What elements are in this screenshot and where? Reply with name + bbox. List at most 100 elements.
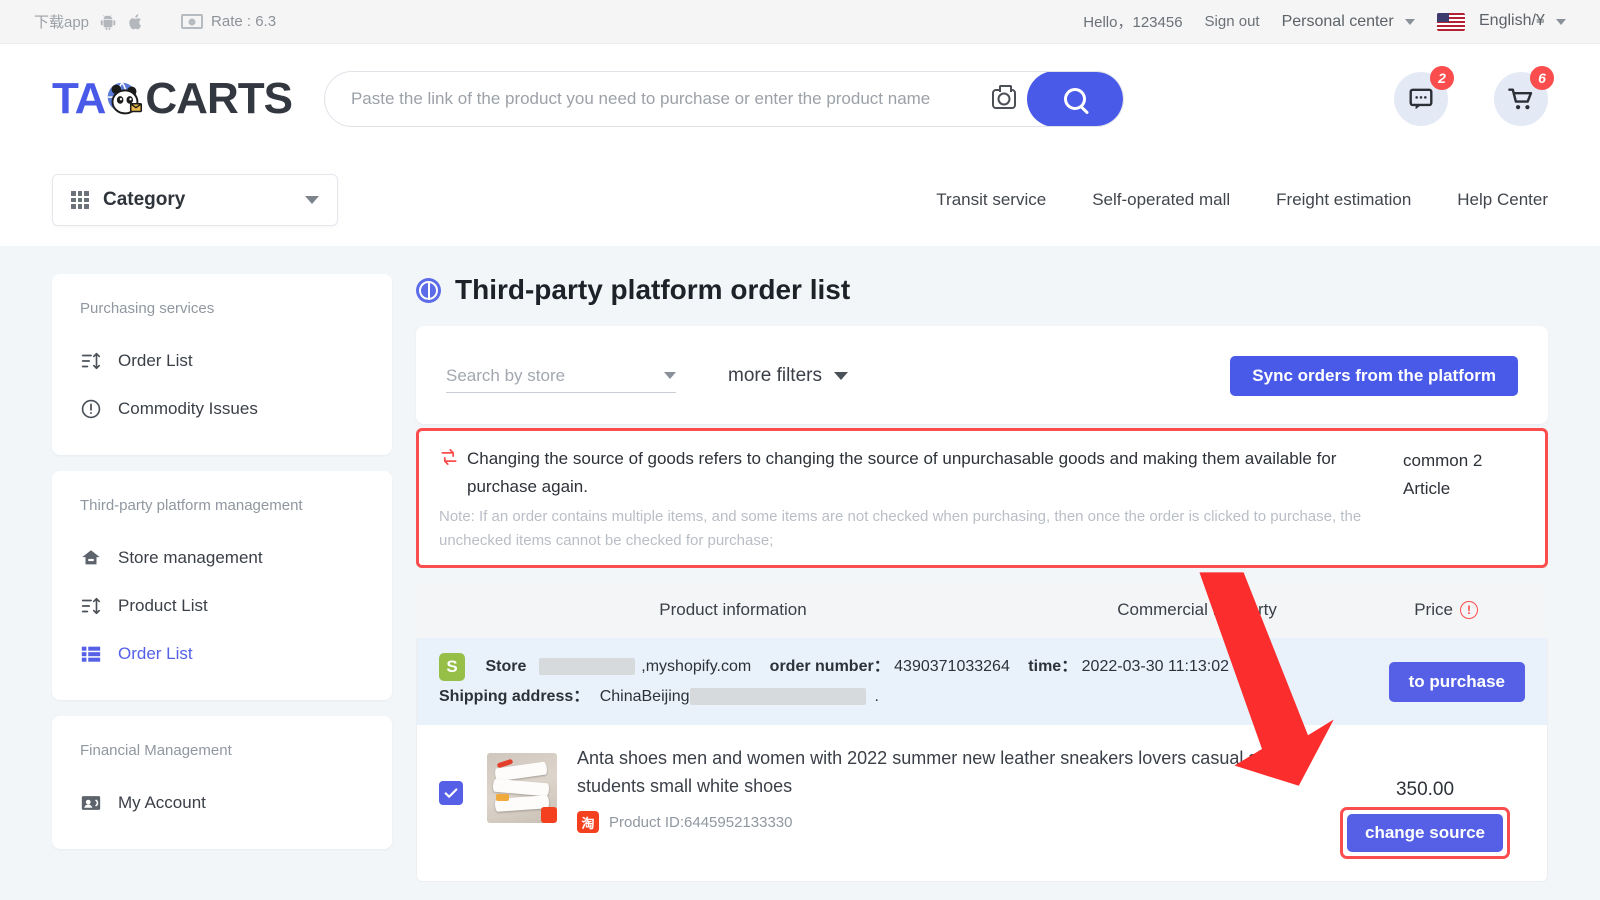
personal-center-menu[interactable]: Personal center — [1282, 13, 1415, 31]
exclamation-circle-icon — [80, 398, 102, 420]
main-content: Third-party platform order list Search b… — [416, 274, 1548, 900]
topbar-left-group: 下载app Rate : 6.3 — [34, 11, 276, 32]
list-sort-icon — [80, 350, 102, 372]
sidebar-item-order-list-active[interactable]: Order List — [80, 630, 364, 678]
product-details: Anta shoes men and women with 2022 summe… — [577, 745, 1325, 834]
filters-row: Search by store more filters Sync orders… — [416, 326, 1548, 424]
order-header: S Store ,myshopify.com order number： 439… — [417, 638, 1547, 726]
change-source-notice-wrap: Changing the source of goods refers to c… — [416, 428, 1548, 569]
order-time-value: 2022-03-30 11:13:02 — [1081, 658, 1230, 676]
language-switcher[interactable]: English/¥ — [1436, 12, 1566, 31]
rate-group: Rate : 6.3 — [181, 13, 276, 30]
category-dropdown[interactable]: Category — [52, 174, 338, 226]
apple-icon[interactable] — [127, 12, 145, 32]
nav-link-freight-estimation[interactable]: Freight estimation — [1276, 190, 1411, 210]
camera-search-button[interactable] — [981, 85, 1027, 109]
order-number-label: order number： — [769, 658, 890, 676]
sidebar-item-my-account[interactable]: My Account — [80, 779, 364, 827]
swap-arrows-icon — [439, 447, 459, 467]
notice-primary-line: Changing the source of goods refers to c… — [439, 445, 1385, 501]
to-purchase-button[interactable]: to purchase — [1388, 661, 1525, 702]
sidebar-group-title: Purchasing services — [80, 300, 215, 317]
chat-icon — [1409, 88, 1433, 110]
store-domain: ,myshopify.com — [641, 658, 752, 676]
page-title: Third-party platform order list — [455, 274, 851, 305]
search-input[interactable] — [324, 72, 981, 126]
sidebar-item-label: Store management — [118, 548, 263, 567]
panda-globe-icon — [101, 76, 147, 122]
sidebar-item-commodity-issues[interactable]: Commodity Issues — [80, 385, 364, 433]
chevron-down-icon — [833, 372, 848, 380]
search-bar — [323, 71, 1124, 127]
site-logo[interactable]: TA CARTS — [52, 74, 293, 124]
item-checkbox[interactable] — [439, 781, 463, 806]
chevron-down-icon — [664, 372, 676, 379]
logo-text-first: TA — [52, 74, 106, 123]
page-body: Purchasing services Order List Commodity… — [0, 246, 1600, 900]
cart-badge: 6 — [1530, 66, 1554, 90]
shipping-address-suffix: . — [874, 687, 879, 705]
nav-link-help-center[interactable]: Help Center — [1457, 190, 1548, 210]
taobao-icon: 淘 — [577, 811, 599, 834]
notice-main: Changing the source of goods refers to c… — [439, 445, 1385, 553]
nav-link-transit-service[interactable]: Transit service — [936, 190, 1046, 210]
shipping-address-label: Shipping address： — [439, 687, 590, 705]
us-flag-icon — [1436, 12, 1465, 31]
more-filters-toggle[interactable]: more filters — [728, 365, 848, 387]
column-header-commercial-property: Commercial Property — [1117, 600, 1277, 620]
list-sort-icon — [80, 595, 102, 617]
language-label: English/¥ — [1479, 12, 1545, 30]
store-name-redacted — [538, 658, 635, 676]
change-source-button[interactable]: change source — [1347, 814, 1503, 853]
notice-note: Note: If an order contains multiple item… — [439, 508, 1362, 550]
logo-text-second: CARTS — [145, 74, 293, 123]
sync-orders-button[interactable]: Sync orders from the platform — [1230, 356, 1518, 396]
product-name[interactable]: Anta shoes men and women with 2022 summe… — [577, 745, 1325, 801]
rate-label: Rate : 6.3 — [211, 13, 277, 30]
sidebar-group-third-party-platform-management: Third-party platform management Store ma… — [52, 471, 392, 700]
main-navbar: Category Transit service Self-operated m… — [0, 154, 1600, 246]
download-app-label[interactable]: 下载app — [34, 11, 89, 32]
notice-side-count: common 2 Article — [1403, 451, 1483, 499]
list-grid-icon — [80, 643, 102, 665]
sidebar-item-product-list[interactable]: Product List — [80, 582, 364, 630]
shipping-address-value: ChinaBeijing — [599, 687, 690, 705]
price-and-actions: 350.00 change source — [1325, 745, 1525, 860]
platform-badge-icon — [541, 807, 557, 824]
cart-button[interactable]: 6 — [1494, 66, 1554, 126]
sidebar: Purchasing services Order List Commodity… — [52, 274, 392, 900]
order-number-value: 4390371033264 — [894, 658, 1010, 676]
site-header: TA CARTS Paste the link of the product y… — [0, 44, 1600, 154]
greeting-label: Hello，123456 — [1083, 14, 1183, 31]
android-icon[interactable] — [99, 12, 117, 32]
messages-badge: 2 — [1430, 66, 1454, 90]
shopify-icon: S — [439, 652, 465, 681]
search-button[interactable] — [1026, 72, 1123, 126]
order-meta-line-1: S Store ,myshopify.com order number： 439… — [439, 652, 1389, 682]
product-thumbnail[interactable] — [487, 753, 557, 824]
nav-links: Transit service Self-operated mall Freig… — [936, 190, 1548, 210]
sign-out-link[interactable]: Sign out — [1205, 13, 1260, 30]
store-search-select[interactable]: Search by store — [446, 359, 676, 393]
order-card: S Store ,myshopify.com order number： 439… — [416, 638, 1548, 883]
change-source-notice: Changing the source of goods refers to c… — [416, 428, 1548, 569]
sidebar-item-label: Order List — [118, 351, 193, 370]
cart-icon — [1508, 88, 1533, 110]
nav-link-self-operated-mall[interactable]: Self-operated mall — [1092, 190, 1230, 210]
info-warning-icon[interactable]: ! — [1459, 601, 1478, 620]
sidebar-item-store-management[interactable]: Store management — [80, 534, 364, 582]
messages-button[interactable]: 2 — [1394, 66, 1454, 126]
order-meta-line-2: Shipping address： ChinaBeijing . — [439, 682, 1389, 712]
check-icon — [444, 788, 458, 799]
filters-panel: Search by store more filters Sync orders… — [416, 326, 1548, 424]
shipping-address-redacted — [690, 687, 866, 705]
personal-center-label: Personal center — [1281, 12, 1394, 30]
globe-icon — [416, 277, 441, 303]
sidebar-item-order-list[interactable]: Order List — [80, 337, 364, 385]
column-header-price: Price ! — [1344, 600, 1548, 620]
sidebar-group-title: Financial Management — [80, 742, 232, 759]
sidebar-item-label: My Account — [118, 793, 206, 812]
more-filters-label: more filters — [728, 365, 822, 386]
chevron-down-icon — [1404, 18, 1415, 25]
camera-icon — [991, 85, 1016, 109]
